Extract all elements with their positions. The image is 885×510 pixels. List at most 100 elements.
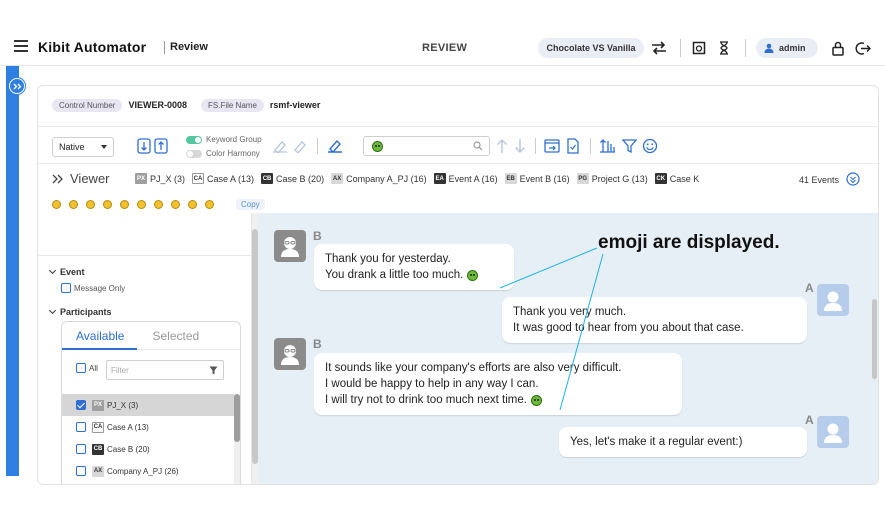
participant-filter-input[interactable]: Filter bbox=[106, 360, 224, 380]
participant-row[interactable]: CB Case B (20) bbox=[62, 438, 234, 460]
participant-scrollbar[interactable] bbox=[234, 394, 240, 484]
file-name-label: FS.File Name bbox=[201, 98, 264, 112]
tag-badge-icon: CK bbox=[654, 173, 667, 184]
user-name: admin bbox=[779, 43, 806, 53]
tag-chip-label: Case A (13) bbox=[207, 173, 255, 184]
emoji-icon[interactable] bbox=[171, 199, 180, 209]
select-all-option[interactable]: All bbox=[76, 363, 98, 373]
select-all-checkbox[interactable] bbox=[76, 363, 86, 373]
emoji-icon[interactable] bbox=[205, 199, 214, 209]
hourglass-icon[interactable] bbox=[715, 39, 733, 57]
filter-icon[interactable] bbox=[209, 366, 218, 375]
participant-checkbox[interactable] bbox=[76, 422, 86, 432]
emoji-icon[interactable] bbox=[188, 199, 197, 209]
tag-badge-icon: AX bbox=[331, 173, 344, 184]
project-selector[interactable]: Chocolate VS Vanilla bbox=[538, 38, 644, 58]
sender-label: A bbox=[805, 413, 814, 427]
chat-area: B Thank you for yesterday. You drank a l… bbox=[258, 213, 878, 484]
expand-sidebar-icon[interactable] bbox=[9, 78, 25, 94]
user-menu[interactable]: admin bbox=[756, 38, 818, 58]
emoji-icon[interactable] bbox=[120, 199, 129, 209]
tag-chip[interactable]: EB Event B (16) bbox=[504, 173, 570, 184]
filter-icon[interactable] bbox=[620, 137, 638, 155]
highlight-pen-icon[interactable] bbox=[326, 137, 344, 155]
copy-button[interactable]: Copy bbox=[236, 198, 265, 210]
keyword-group-toggle[interactable]: Keyword Group bbox=[186, 134, 262, 145]
emoji-icon[interactable] bbox=[86, 199, 95, 209]
participant-row[interactable]: CA Case A (13) bbox=[62, 416, 234, 438]
emoji-icon[interactable] bbox=[69, 199, 78, 209]
message-text: It sounds like your company's efforts ar… bbox=[325, 362, 622, 374]
select-all-label: All bbox=[89, 363, 98, 373]
participant-row[interactable]: PX PJ_X (3) bbox=[62, 394, 234, 416]
event-section-toggle[interactable]: Event bbox=[48, 266, 85, 277]
tag-badge-icon: AX bbox=[92, 465, 104, 477]
message-bubble[interactable]: Thank you very much. It was good to hear… bbox=[502, 297, 807, 343]
view-mode-value: Native bbox=[59, 142, 85, 152]
file-name-value: rsmf-viewer bbox=[269, 100, 321, 110]
tab-selected[interactable]: Selected bbox=[138, 329, 213, 343]
participants-section-toggle[interactable]: Participants bbox=[48, 306, 112, 317]
tag-chip-label: Project G (13) bbox=[591, 173, 648, 184]
tag-chip[interactable]: PX PJ_X (3) bbox=[135, 173, 185, 184]
keyword-group-switch[interactable] bbox=[186, 135, 202, 144]
brand-logo: Kibit Automator bbox=[38, 39, 147, 55]
message-text: Thank you very much. bbox=[513, 306, 627, 318]
lock-icon[interactable] bbox=[829, 39, 847, 57]
emoji-icon[interactable] bbox=[154, 199, 163, 209]
sort-lines-icon[interactable] bbox=[598, 137, 616, 155]
double-chevron-icon[interactable] bbox=[52, 174, 64, 184]
avatar bbox=[274, 338, 306, 370]
search-next-icon[interactable] bbox=[511, 137, 529, 155]
swap-icon[interactable] bbox=[650, 39, 668, 57]
tag-chip[interactable]: CA Case A (13) bbox=[192, 173, 254, 184]
export-icon[interactable] bbox=[543, 137, 561, 155]
emoji-icon[interactable] bbox=[137, 199, 146, 209]
participants-tabs: Available Selected bbox=[62, 322, 240, 350]
color-harmony-toggle[interactable]: Color Harmony bbox=[186, 148, 260, 159]
header-divider bbox=[745, 39, 746, 57]
message-bubble[interactable]: Yes, let's make it a regular event:) bbox=[559, 427, 807, 457]
highlight-prev-icon[interactable] bbox=[271, 137, 289, 155]
color-harmony-switch[interactable] bbox=[186, 149, 202, 158]
message-bubble[interactable]: Thank you for yesterday. You drank a lit… bbox=[314, 244, 514, 290]
document-icon[interactable] bbox=[564, 137, 582, 155]
tag-chip[interactable]: CB Case B (20) bbox=[261, 173, 324, 184]
review-record-icon[interactable] bbox=[690, 39, 708, 57]
sort-desc-icon[interactable] bbox=[152, 137, 170, 155]
collapse-circle-icon[interactable] bbox=[846, 172, 860, 191]
menu-icon[interactable] bbox=[14, 40, 28, 52]
message-bubble[interactable]: It sounds like your company's efforts ar… bbox=[314, 353, 682, 415]
participant-checkbox[interactable] bbox=[76, 444, 86, 454]
event-section-label: Event bbox=[60, 267, 85, 277]
emoji-smile-icon[interactable] bbox=[641, 137, 659, 155]
view-mode-select[interactable]: Native bbox=[52, 137, 114, 157]
emoji-icon[interactable] bbox=[103, 199, 112, 209]
tag-chip[interactable]: EA Event A (16) bbox=[433, 173, 498, 184]
message-only-checkbox[interactable] bbox=[61, 283, 71, 293]
viewer-title: Viewer bbox=[52, 171, 110, 186]
message-text: You drank a little too much. bbox=[325, 269, 464, 281]
participant-row[interactable]: AX Company A_PJ (26) bbox=[62, 460, 234, 482]
avatar bbox=[274, 230, 306, 262]
participant-list: PX PJ_X (3) CA Case A (13) CB Case B (20) AX Co… bbox=[62, 394, 234, 482]
tag-chip[interactable]: CK Case K bbox=[654, 173, 699, 184]
tag-chip-label: Company A_PJ (16) bbox=[346, 173, 427, 184]
participant-checkbox[interactable] bbox=[76, 466, 86, 476]
tag-badge-icon: PX bbox=[135, 173, 147, 184]
logout-icon[interactable] bbox=[854, 39, 872, 57]
chat-scrollbar[interactable] bbox=[872, 299, 877, 379]
page-mode-title: REVIEW bbox=[422, 42, 468, 54]
sort-asc-icon[interactable] bbox=[135, 137, 153, 155]
message-only-option[interactable]: Message Only bbox=[61, 283, 125, 293]
search-input[interactable] bbox=[363, 136, 490, 156]
tag-chip[interactable]: AX Company A_PJ (16) bbox=[331, 173, 427, 184]
emoji-icon[interactable] bbox=[52, 199, 61, 209]
user-avatar-icon bbox=[281, 237, 299, 257]
search-prev-icon[interactable] bbox=[493, 137, 511, 155]
participant-checkbox[interactable] bbox=[76, 400, 86, 410]
search-icon[interactable] bbox=[473, 141, 483, 151]
tag-chip[interactable]: PG Project G (13) bbox=[576, 173, 648, 184]
tab-available[interactable]: Available bbox=[62, 329, 138, 343]
highlight-next-icon[interactable] bbox=[291, 137, 309, 155]
